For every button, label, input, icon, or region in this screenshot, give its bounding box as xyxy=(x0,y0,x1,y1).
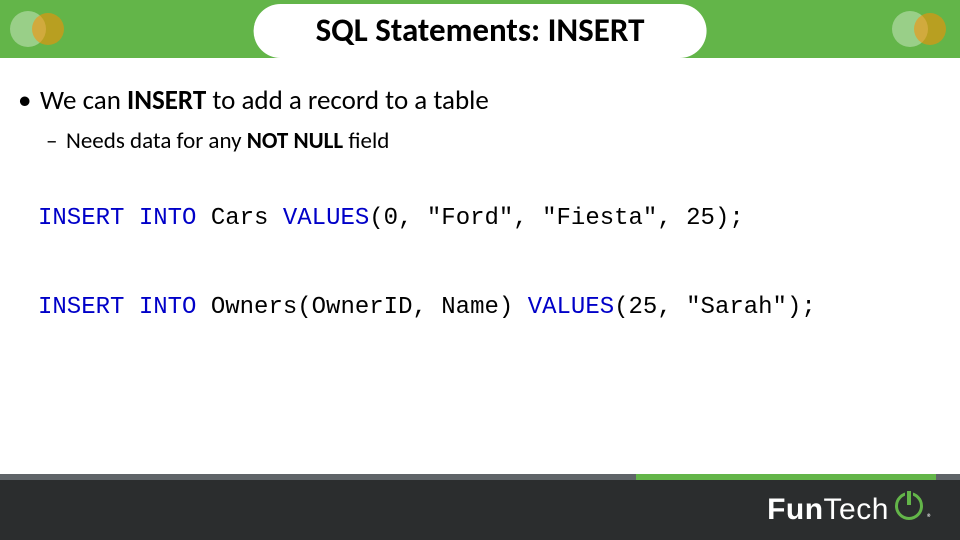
code-line-2: INSERT INTO Owners(OwnerID, Name) VALUES… xyxy=(38,294,942,321)
code-keyword: VALUES xyxy=(283,205,369,232)
code-text: Cars xyxy=(196,205,282,232)
bullet-text: field xyxy=(343,127,389,155)
slide-title: SQL Statements: INSERT xyxy=(316,10,645,50)
code-text: (25, "Sarah"); xyxy=(614,294,816,321)
power-icon xyxy=(895,492,923,520)
bullet-text: Needs data for any xyxy=(66,127,247,155)
brand-fun: Fun xyxy=(767,493,823,527)
bullet-text: to add a record to a table xyxy=(206,84,489,117)
decor-blobs-right xyxy=(892,0,946,58)
bullet-text: We can xyxy=(40,84,127,117)
brand-logo: FunTech ® xyxy=(767,492,932,528)
bullet-strong: NOT NULL xyxy=(247,127,343,155)
bullet-strong: INSERT xyxy=(127,84,206,117)
brand-text: FunTech xyxy=(767,493,889,527)
decor-blobs-left xyxy=(10,0,64,58)
slide: SQL Statements: INSERT We can INSERT to … xyxy=(0,0,960,540)
content-area: We can INSERT to add a record to a table… xyxy=(18,84,942,383)
decor-blob xyxy=(914,13,946,45)
decor-blob xyxy=(32,13,64,45)
code-text: Owners(OwnerID, Name) xyxy=(196,294,527,321)
code-text: (0, "Ford", "Fiesta", 25); xyxy=(369,205,743,232)
bullet-level1: We can INSERT to add a record to a table xyxy=(18,84,942,117)
code-block: INSERT INTO Cars VALUES(0, "Ford", "Fies… xyxy=(38,205,942,321)
title-pill: SQL Statements: INSERT xyxy=(254,4,707,58)
bullet-level2: Needs data for any NOT NULL field xyxy=(46,127,942,155)
code-keyword: INSERT INTO xyxy=(38,205,196,232)
code-keyword: INSERT INTO xyxy=(38,294,196,321)
brand-tech: Tech xyxy=(824,493,889,527)
registered-mark: ® xyxy=(927,511,932,524)
code-keyword: VALUES xyxy=(528,294,614,321)
code-line-1: INSERT INTO Cars VALUES(0, "Ford", "Fies… xyxy=(38,205,942,232)
